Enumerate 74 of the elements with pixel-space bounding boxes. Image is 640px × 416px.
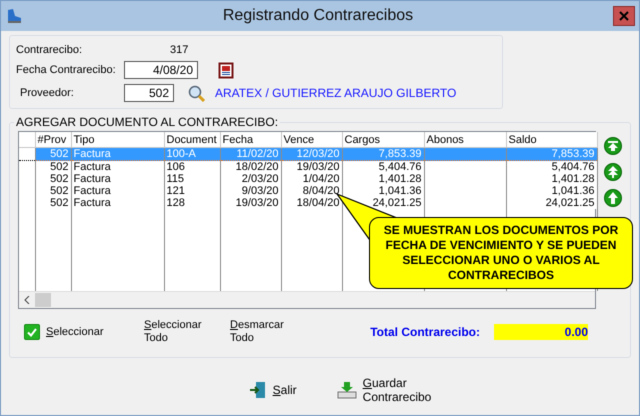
table-cell: 5,404.76 xyxy=(342,160,424,173)
deselect-all-link[interactable]: Desmarcar Todo xyxy=(230,319,316,345)
select-all-link[interactable]: Seleccionar Todo xyxy=(144,319,230,345)
table-row[interactable]: 502 Factura 115 2/03/20 1/04/20 1,401.28 1,401.28 xyxy=(19,173,597,185)
table-cell: 24,021.25 xyxy=(506,197,597,209)
table-cell: 7,853.39 xyxy=(342,148,424,160)
save-button[interactable]: Guardar Contrarecibo xyxy=(336,376,432,404)
table-cell: 1,401.28 xyxy=(342,173,424,185)
table-cell: 18/04/20 xyxy=(281,197,342,209)
field-label: Contrarecibo: xyxy=(16,44,84,56)
table-cell: 502 xyxy=(35,173,71,185)
table-cell: 128 xyxy=(164,197,220,209)
checkbox-label[interactable]: Seleccionar xyxy=(46,326,104,338)
table-cell: Factura xyxy=(71,197,164,209)
table-cell: 115 xyxy=(164,173,220,185)
table-cell: 7,853.39 xyxy=(506,148,597,160)
column-header[interactable]: #Prov xyxy=(35,132,71,148)
table-cell: 12/03/20 xyxy=(281,148,342,160)
search-icon[interactable] xyxy=(188,84,205,102)
column-header[interactable]: Vence xyxy=(281,132,342,148)
exit-button[interactable]: Salir xyxy=(248,376,297,404)
scrollbar-thumb[interactable] xyxy=(35,293,51,307)
table-cell: Factura xyxy=(71,173,164,185)
shoe-icon xyxy=(5,7,23,25)
column-header[interactable]: Tipo xyxy=(71,132,164,148)
table-row[interactable]: 502 Factura 106 18/02/20 19/03/20 5,404.76 5,404.76 xyxy=(19,160,597,173)
table-cell: 8/04/20 xyxy=(281,185,342,197)
checkbox[interactable] xyxy=(24,324,40,340)
table-cell: 9/03/20 xyxy=(220,185,281,197)
download-tray-icon xyxy=(336,381,357,399)
table-cell: 1,041.36 xyxy=(342,185,424,197)
table-cell: 1/04/20 xyxy=(281,173,342,185)
tree-up-icon[interactable] xyxy=(604,163,622,181)
table-cell: 1,401.28 xyxy=(506,173,597,185)
close-icon xyxy=(619,11,629,21)
column-header[interactable]: Document xyxy=(164,132,220,148)
date-field[interactable]: 4/08/20 xyxy=(124,61,198,79)
table-cell: 502 xyxy=(35,148,71,160)
table-cell: 502 xyxy=(35,185,71,197)
close-button[interactable] xyxy=(613,6,635,26)
table-cell: 106 xyxy=(164,160,220,173)
column-header[interactable]: Fecha xyxy=(220,132,281,148)
supplier-field[interactable]: 502 xyxy=(124,84,174,102)
table-cell: 11/02/20 xyxy=(220,148,281,160)
supplier-name: ARATEX / GUTIERREZ ARAUJO GILBERTO xyxy=(215,86,456,100)
table-cell: Factura xyxy=(71,148,164,160)
table-row[interactable]: 502 Factura 121 9/03/20 8/04/20 1,041.36 1,041.36 xyxy=(19,185,597,197)
table-cell: 2/03/20 xyxy=(220,173,281,185)
table-cell: 19/03/20 xyxy=(220,197,281,209)
contrarecibo-number: 317 xyxy=(170,44,188,56)
column-header[interactable]: Saldo xyxy=(506,132,597,148)
table-cell: 502 xyxy=(35,197,71,209)
callout-text: SE MUESTRAN LOS DOCUMENTOS POR FECHA DE VENCIMIENTO Y SE PUEDEN SELECCIONAR UNO O VARIOS AL CONTRARECIBOS xyxy=(382,223,620,283)
table-cell: 18/02/20 xyxy=(220,160,281,173)
table-cell: Factura xyxy=(71,185,164,197)
table-row[interactable]: 502 Factura 128 19/03/20 18/04/20 24,021.25 24,021.25 xyxy=(19,197,597,209)
horizontal-scrollbar[interactable] xyxy=(19,291,595,308)
table-cell: 1,041.36 xyxy=(506,185,597,197)
section-title: AGREGAR DOCUMENTO AL CONTRARECIBO: xyxy=(15,115,280,129)
table-cell: 121 xyxy=(164,185,220,197)
calendar-icon[interactable] xyxy=(218,62,234,78)
field-label: Fecha Contrarecibo: xyxy=(16,64,117,76)
field-label: Proveedor: xyxy=(19,87,75,99)
door-exit-icon xyxy=(248,381,267,399)
total-value: 0.00 xyxy=(494,324,588,340)
table-cell: 19/03/20 xyxy=(281,160,342,173)
table-cell: Factura xyxy=(71,160,164,173)
total-label: Total Contrarecibo: xyxy=(370,325,480,339)
column-header[interactable]: Cargos xyxy=(342,132,424,148)
window-title: Registrando Contrarecibos xyxy=(222,7,414,25)
table-cell: 100-A xyxy=(164,148,220,160)
column-header[interactable]: Abonos xyxy=(424,132,506,148)
check-icon xyxy=(27,328,37,336)
table-cell: 5,404.76 xyxy=(506,160,597,173)
